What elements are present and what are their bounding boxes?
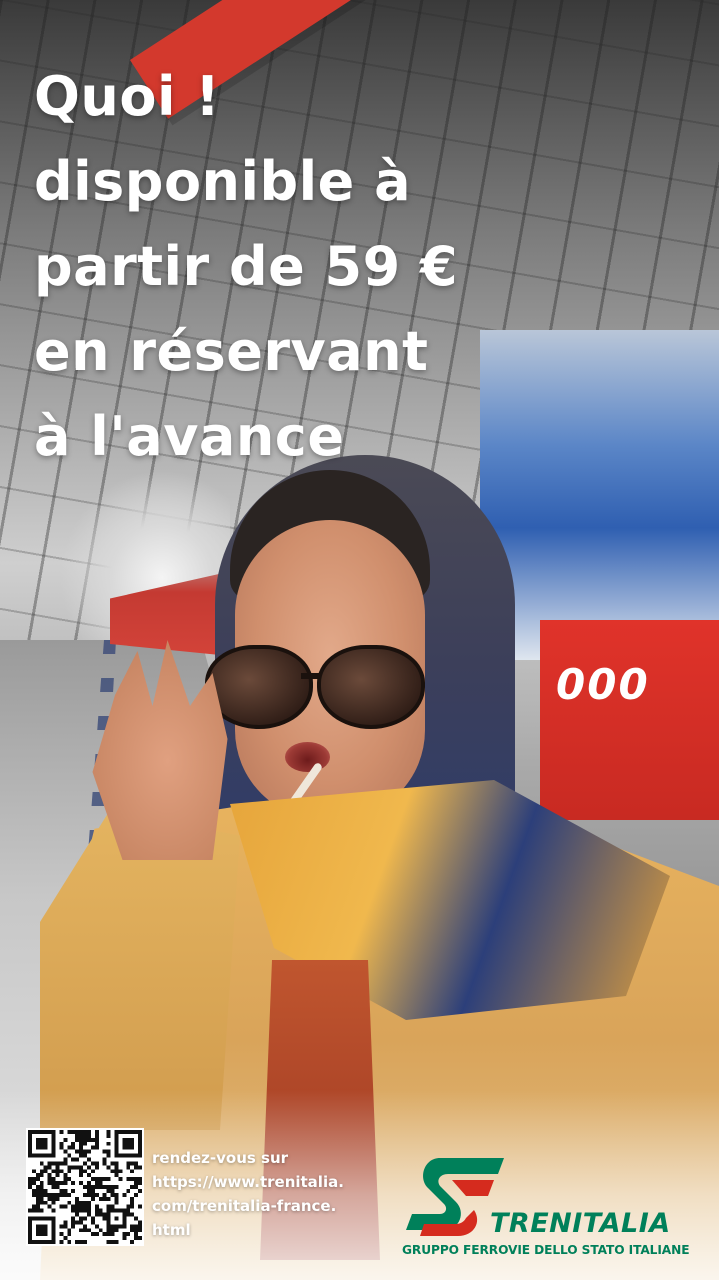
- website-cta: rendez-vous sur https://www.trenitalia. …: [152, 1146, 412, 1242]
- cta-line: https://www.trenitalia.: [152, 1173, 344, 1191]
- cta-line: com/trenitalia-france.: [152, 1197, 337, 1215]
- headline-line: à l'avance: [34, 405, 345, 468]
- sunglasses: [205, 645, 425, 729]
- brand-name: TRENITALIA: [490, 1208, 671, 1239]
- headline: Quoi ! disponible à partir de 59 € en ré…: [34, 54, 654, 479]
- qr-code-icon[interactable]: [28, 1130, 142, 1244]
- cta-line: html: [152, 1221, 191, 1239]
- headline-line: partir de 59 €: [34, 235, 459, 298]
- sunglasses-right-lens: [317, 645, 425, 729]
- train-right-red: [540, 620, 719, 820]
- mouth: [285, 742, 330, 772]
- headline-line: disponible à: [34, 150, 412, 213]
- cta-line: rendez-vous sur: [152, 1149, 289, 1167]
- trenitalia-logo: TRENITALIA GRUPPO FERROVIE DELLO STATO I…: [400, 1152, 700, 1264]
- headline-line: en réservant: [34, 320, 429, 383]
- train-number: 000: [556, 660, 650, 709]
- headline-line: Quoi !: [34, 65, 221, 128]
- brand-group: GRUPPO FERROVIE DELLO STATO ITALIANE: [402, 1243, 690, 1257]
- advertisement-poster: 000 Quoi ! disponible à partir de 59 € e…: [0, 0, 719, 1280]
